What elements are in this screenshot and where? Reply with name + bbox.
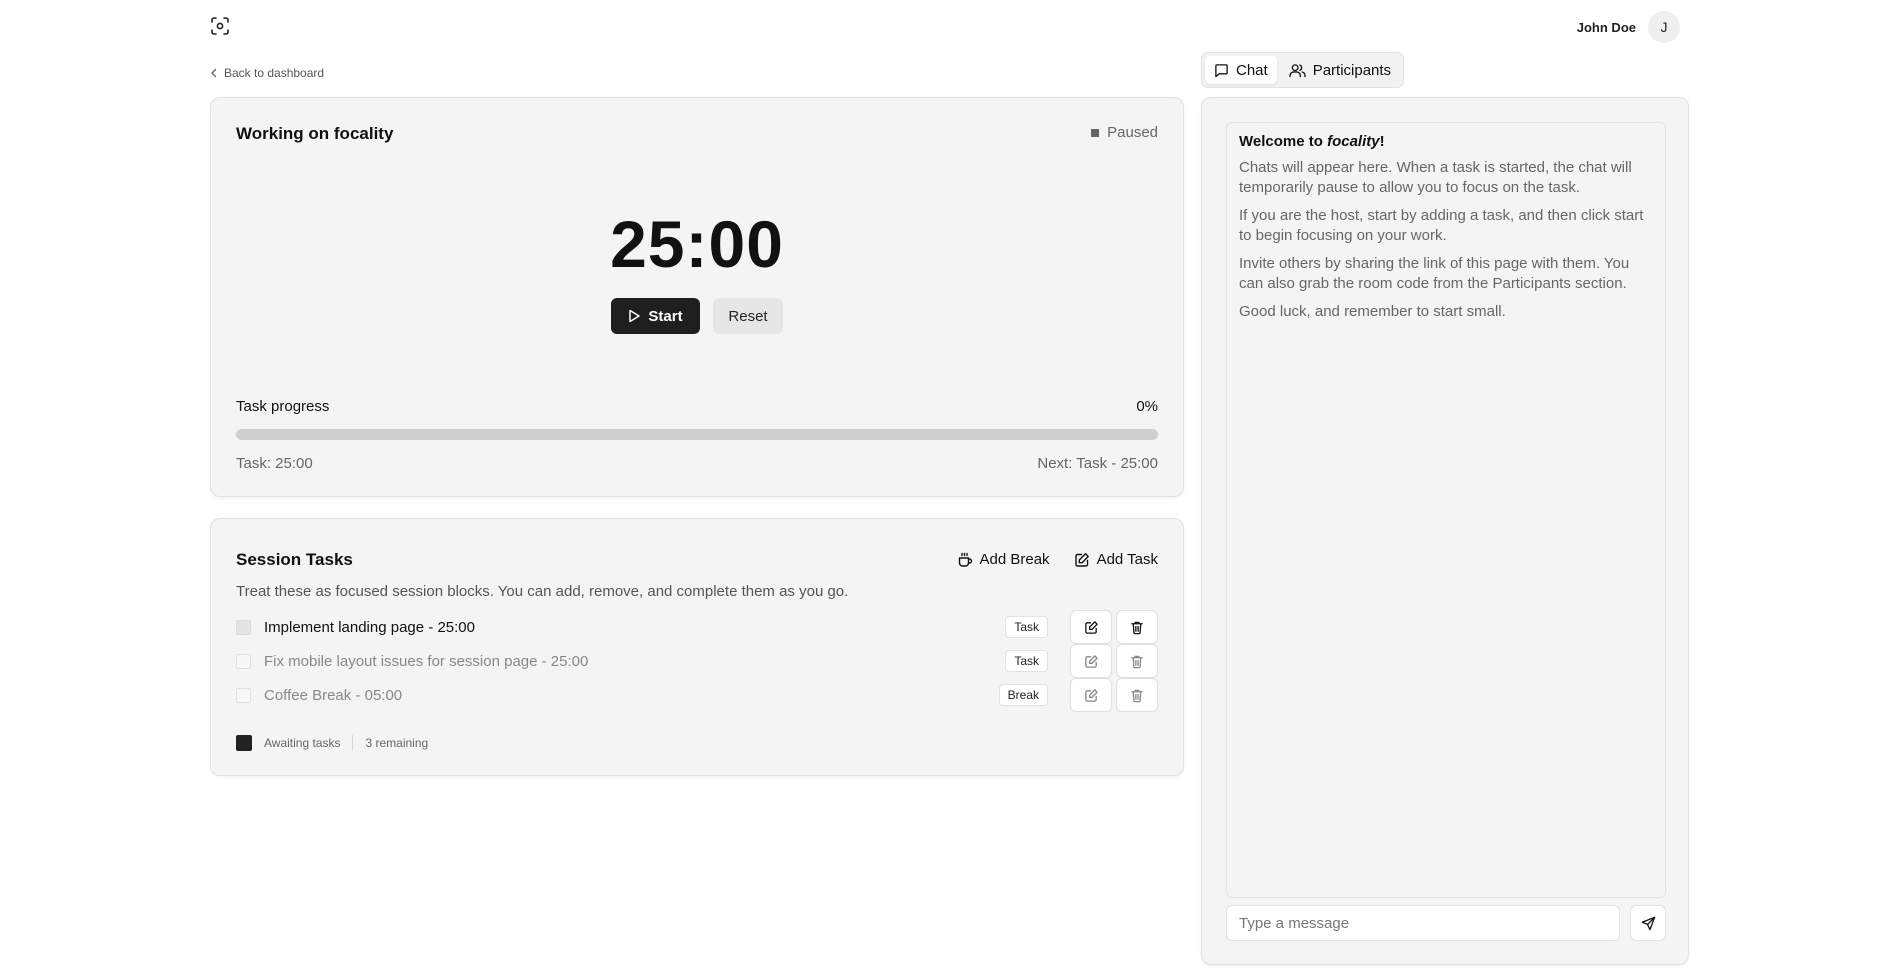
session-tasks-title: Session Tasks [236,550,353,569]
task-type-badge: Task [1005,616,1048,638]
progress-percent: 0% [1136,398,1158,415]
task-type-badge: Break [998,684,1048,706]
tab-participants[interactable]: Participants [1280,56,1400,84]
edit-icon [1084,688,1099,703]
back-to-dashboard-link[interactable]: Back to dashboard [210,66,324,80]
delete-task-button[interactable] [1116,610,1158,644]
trash-icon [1130,654,1144,669]
edit-icon [1084,620,1099,635]
footer-status: Awaiting tasks [264,736,341,750]
progress-bar [236,429,1158,440]
welcome-prefix: Welcome to [1239,133,1328,150]
remaining-count: 3 remaining [365,736,429,750]
task-checkbox[interactable] [236,653,251,669]
edit-task-button[interactable] [1070,644,1112,678]
reset-button[interactable]: Reset [713,298,783,334]
timer-controls: Start Reset [211,298,1183,334]
chat-message: Chats will appear here. When a task is s… [1239,159,1632,196]
edit-square-icon [1074,552,1090,568]
paused-square-icon [1091,128,1100,137]
welcome-heading: Welcome to focality! [1239,133,1653,150]
trash-icon [1130,620,1144,635]
task-label: Fix mobile layout issues for session pag… [264,652,589,670]
task-label: Implement landing page - 25:00 [264,618,475,636]
task-row: Fix mobile layout issues for session pag… [236,644,1158,678]
edit-task-button[interactable] [1070,610,1112,644]
user-menu[interactable]: John Doe J [1577,11,1680,43]
task-row: Coffee Break - 05:00 Break [236,678,1158,712]
add-task-label: Add Task [1096,551,1158,568]
coffee-icon [957,552,973,568]
session-tasks-description: Treat these as focused session blocks. Y… [236,583,849,600]
status-indicator: Paused [1091,124,1158,141]
message-input[interactable] [1226,905,1620,941]
task-checkbox[interactable] [236,619,251,635]
back-link-label: Back to dashboard [224,66,325,80]
user-name: John Doe [1576,19,1636,35]
status-square-icon [236,735,252,751]
task-checkbox[interactable] [236,687,251,703]
edit-task-button[interactable] [1070,678,1112,712]
status-text: Paused [1107,124,1158,141]
timer-title: Working on focality [236,124,394,143]
play-icon [628,309,641,323]
next-task-info: Next: Task - 25:00 [1037,455,1158,472]
delete-task-button[interactable] [1116,678,1158,712]
users-icon [1289,63,1306,78]
session-tasks-card: Session Tasks Add Break Add Task Treat t… [210,518,1184,776]
task-row: Implement landing page - 25:00 Task [236,610,1158,644]
avatar[interactable]: J [1648,11,1680,43]
tasks-footer: Awaiting tasks 3 remaining [236,735,428,751]
chat-message: If you are the host, start by adding a t… [1239,207,1644,244]
trash-icon [1130,688,1144,703]
tab-chat[interactable]: Chat [1205,56,1277,84]
divider [352,735,354,751]
tasks-actions: Add Break Add Task [957,551,1158,568]
edit-icon [1084,654,1099,669]
welcome-brand: focality [1327,133,1380,150]
chevron-left-icon [210,68,218,78]
task-type-badge: Task [1005,650,1048,672]
delete-task-button[interactable] [1116,644,1158,678]
send-icon [1641,916,1656,931]
tab-participants-label: Participants [1312,61,1392,79]
progress-label: Task progress [236,398,330,415]
chat-messages[interactable]: Welcome to focality! Chats will appear h… [1226,122,1666,898]
chat-panel: Welcome to focality! Chats will appear h… [1201,97,1689,965]
tab-chat-label: Chat [1236,61,1268,79]
send-button[interactable] [1630,905,1666,941]
task-label: Coffee Break - 05:00 [264,686,403,704]
add-task-button[interactable]: Add Task [1074,551,1158,568]
chat-message: Good luck, and remember to start small. [1239,303,1506,320]
timer-card: Working on focality Paused 25:00 Start R… [210,97,1184,497]
focus-scan-icon[interactable] [210,16,230,36]
chat-message: Invite others by sharing the link of thi… [1239,255,1630,292]
welcome-suffix: ! [1379,133,1385,150]
add-break-button[interactable]: Add Break [957,551,1050,568]
start-button[interactable]: Start [611,298,700,334]
timer-display: 25:00 [610,207,784,281]
message-square-icon [1214,63,1229,78]
add-break-label: Add Break [979,551,1050,568]
chat-tabs: Chat Participants [1201,52,1405,88]
current-task-info: Task: 25:00 [236,455,313,472]
start-label: Start [648,307,683,325]
